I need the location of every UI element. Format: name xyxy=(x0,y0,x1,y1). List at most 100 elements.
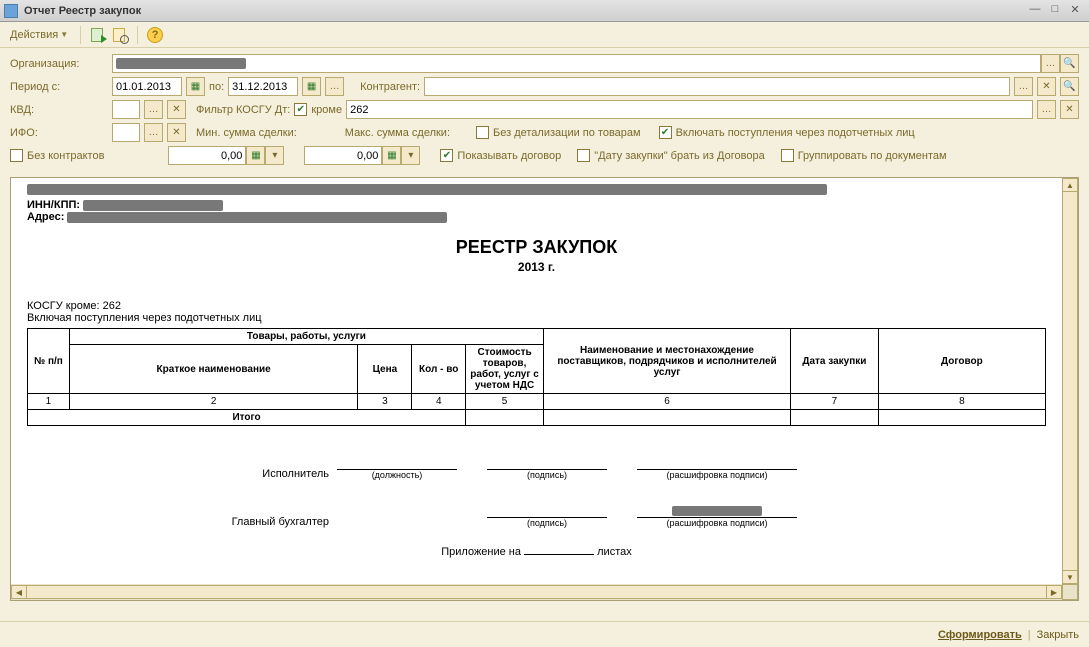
date-from-contract-checkbox[interactable] xyxy=(577,149,590,162)
period-to-cal-button[interactable]: ▦ xyxy=(302,77,321,96)
colnum: 4 xyxy=(412,394,466,410)
max-sum-label: Макс. сумма сделки: xyxy=(345,127,450,139)
kosgu-note: КОСГУ кроме: 262 xyxy=(27,300,1046,312)
scroll-left-button[interactable]: ◀ xyxy=(11,585,27,599)
num2-calc-button[interactable]: ▦ xyxy=(382,146,401,165)
scroll-right-button[interactable]: ▶ xyxy=(1046,585,1062,599)
num1-input[interactable] xyxy=(168,146,246,165)
position-caption: (должность) xyxy=(337,470,457,480)
krome-label: кроме xyxy=(311,104,342,116)
actions-label: Действия xyxy=(10,29,58,41)
signature-caption: (подпись) xyxy=(487,518,607,528)
generate-button[interactable] xyxy=(89,26,107,44)
scroll-up-button[interactable]: ▲ xyxy=(1062,178,1078,192)
kosgu-select-button[interactable]: … xyxy=(1037,100,1056,119)
redacted xyxy=(27,184,827,195)
colnum: 3 xyxy=(358,394,412,410)
actions-menu[interactable]: Действия ▼ xyxy=(6,27,72,43)
window-title: Отчет Реестр закупок xyxy=(24,5,1025,17)
decipher-caption: (расшифровка подписи) xyxy=(637,518,797,528)
no-contracts-checkbox[interactable] xyxy=(10,149,23,162)
num2-spin[interactable]: ▾ xyxy=(401,146,420,165)
toolbar: Действия ▼ ? xyxy=(0,22,1089,48)
chief-acc-label: Главный бухгалтер xyxy=(27,516,337,528)
contragent-select-button[interactable]: … xyxy=(1014,77,1033,96)
num2-input[interactable] xyxy=(304,146,382,165)
contragent-input[interactable] xyxy=(424,77,1010,96)
kvd-clear-button[interactable]: ✕ xyxy=(167,100,186,119)
preview-button[interactable] xyxy=(111,26,129,44)
redacted xyxy=(83,200,223,211)
krome-checkbox[interactable] xyxy=(294,103,307,116)
app-icon xyxy=(4,4,18,18)
help-button[interactable]: ? xyxy=(146,26,164,44)
scroll-down-button[interactable]: ▼ xyxy=(1062,570,1078,584)
contragent-label: Контрагент: xyxy=(360,81,420,93)
col-cost-vat: Стоимость товаров, работ, услуг с учетом… xyxy=(466,345,544,394)
org-label: Организация: xyxy=(10,58,108,70)
h-scrollbar[interactable]: ◀ ▶ xyxy=(11,584,1062,600)
report-year: 2013 г. xyxy=(27,260,1046,274)
date-from-contract-label: "Дату закупки" брать из Договора xyxy=(594,150,764,162)
report-area: ИНН/КПП: Адрес: РЕЕСТР ЗАКУПОК 2013 г. К… xyxy=(10,177,1079,601)
minimize-button[interactable]: — xyxy=(1025,3,1045,19)
kvd-select-button[interactable]: … xyxy=(144,100,163,119)
period-to-input[interactable] xyxy=(228,77,298,96)
signature-area: Исполнитель (должность) (подпись) (расши… xyxy=(27,456,1046,558)
num1-field: ▦ ▾ xyxy=(168,146,284,165)
close-button[interactable]: ✕ xyxy=(1065,3,1085,19)
ifo-clear-button[interactable]: ✕ xyxy=(167,123,186,142)
kosgu-input[interactable] xyxy=(346,100,1033,119)
scroll-h-track[interactable] xyxy=(27,585,1046,599)
period-from-input[interactable] xyxy=(112,77,182,96)
col-supplier: Наименование и местонахождение поставщик… xyxy=(544,329,791,394)
separator xyxy=(137,26,138,44)
num1-calc-button[interactable]: ▦ xyxy=(246,146,265,165)
footer: Сформировать | Закрыть xyxy=(0,621,1089,647)
col-date: Дата закупки xyxy=(791,329,879,394)
period-select-button[interactable]: … xyxy=(325,77,344,96)
contragent-clear-button[interactable]: ✕ xyxy=(1037,77,1056,96)
contragent-search-button[interactable]: 🔍 xyxy=(1060,77,1079,96)
group-by-docs-checkbox[interactable] xyxy=(781,149,794,162)
titlebar: Отчет Реестр закупок — □ ✕ xyxy=(0,0,1089,22)
total-label: Итого xyxy=(28,410,466,426)
v-scrollbar[interactable]: ▲ ▼ xyxy=(1062,178,1078,600)
period-label: Период с: xyxy=(10,81,108,93)
report-body: ИНН/КПП: Адрес: РЕЕСТР ЗАКУПОК 2013 г. К… xyxy=(11,178,1062,584)
col-short-name: Краткое наименование xyxy=(69,345,358,394)
org-select-button[interactable]: … xyxy=(1041,54,1060,73)
num1-spin[interactable]: ▾ xyxy=(265,146,284,165)
org-search-button[interactable]: 🔍 xyxy=(1060,54,1079,73)
signature-caption: (подпись) xyxy=(487,470,607,480)
form-button[interactable]: Сформировать xyxy=(938,629,1022,641)
redacted xyxy=(672,506,762,516)
col-contract: Договор xyxy=(878,329,1045,394)
kosgu-filter-label: Фильтр КОСГУ Дт: xyxy=(196,104,290,116)
col-goods-group: Товары, работы, услуги xyxy=(69,329,543,345)
include-accountable-checkbox[interactable] xyxy=(659,126,672,139)
ifo-label: ИФО: xyxy=(10,127,108,139)
col-np: № п/п xyxy=(28,329,70,394)
no-contracts-label: Без контрактов xyxy=(27,150,104,162)
maximize-button[interactable]: □ xyxy=(1045,3,1065,19)
kvd-input[interactable] xyxy=(112,100,140,119)
period-from-cal-button[interactable]: ▦ xyxy=(186,77,205,96)
footer-close-button[interactable]: Закрыть xyxy=(1037,629,1079,641)
kosgu-clear-button[interactable]: ✕ xyxy=(1060,100,1079,119)
ifo-select-button[interactable]: … xyxy=(144,123,163,142)
inn-label: ИНН/КПП: xyxy=(27,199,80,211)
ifo-input[interactable] xyxy=(112,123,140,142)
show-contract-checkbox[interactable] xyxy=(440,149,453,162)
no-detail-checkbox[interactable] xyxy=(476,126,489,139)
org-input[interactable] xyxy=(112,54,1041,73)
scroll-v-track[interactable] xyxy=(1062,192,1078,570)
separator xyxy=(80,26,81,44)
colnum: 7 xyxy=(791,394,879,410)
col-price: Цена xyxy=(358,345,412,394)
include-note: Включая поступления через подотчетных ли… xyxy=(27,312,1046,324)
colnum: 5 xyxy=(466,394,544,410)
colnum: 1 xyxy=(28,394,70,410)
filter-panel: Организация: … 🔍 Период с: ▦ по: ▦ … Кон… xyxy=(0,48,1089,177)
kvd-label: КВД: xyxy=(10,104,108,116)
